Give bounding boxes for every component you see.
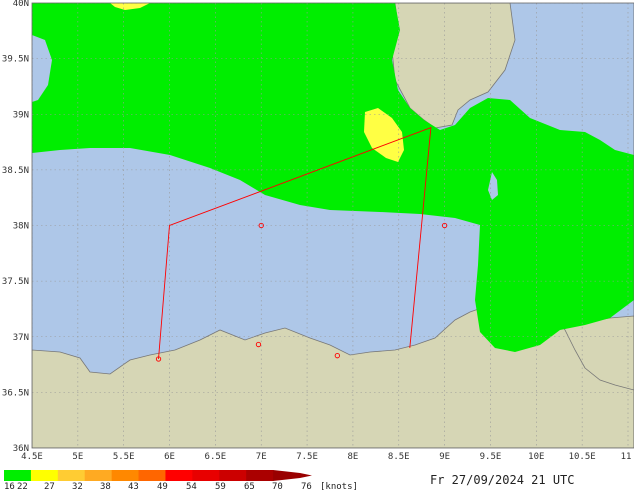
x-tick-label: 7E bbox=[256, 452, 267, 462]
forecast-timestamp: Fr 27/09/2024 21 UTC bbox=[430, 473, 575, 487]
legend-tick-label: 70 bbox=[272, 482, 283, 490]
wind-forecast-map: 4.5E 5E 5.5E 6E 6.5E 7E 7.5E 8E 8.5E 9E 9.5E 10E 10.… bbox=[2, 0, 634, 490]
legend-tick-label: 22 bbox=[17, 482, 28, 490]
map-plot-area bbox=[32, 3, 634, 448]
legend-tick-label: 43 bbox=[128, 482, 139, 490]
legend-color-segment bbox=[246, 470, 274, 481]
y-tick-label: 37N bbox=[13, 333, 29, 343]
x-tick-label: 6E bbox=[164, 452, 175, 462]
x-tick-label: 6.5E bbox=[205, 452, 227, 462]
legend-tick-label: 38 bbox=[100, 482, 111, 490]
legend-tick-label: 76 bbox=[301, 482, 312, 490]
legend-tick-label: 32 bbox=[72, 482, 83, 490]
legend-tick-label: 59 bbox=[215, 482, 226, 490]
x-tick-label: 9.5E bbox=[480, 452, 502, 462]
legend-tick-label: 16 bbox=[4, 482, 15, 490]
legend-color-segment bbox=[30, 470, 59, 481]
x-tick-label: 5E bbox=[72, 452, 83, 462]
legend-color-segment bbox=[111, 470, 140, 481]
legend-color-segment bbox=[165, 470, 193, 481]
legend-unit: [knots] bbox=[320, 482, 358, 490]
x-tick-label: 9E bbox=[439, 452, 450, 462]
x-tick-label: 10E bbox=[528, 452, 544, 462]
legend-color-segment bbox=[84, 470, 113, 481]
legend-tick-label: 54 bbox=[186, 482, 197, 490]
legend-color-segment bbox=[219, 470, 247, 481]
y-tick-label: 36.5N bbox=[2, 388, 29, 398]
wind-speed-legend bbox=[4, 470, 312, 481]
y-tick-label: 39.5N bbox=[2, 55, 29, 65]
legend-color-segment bbox=[192, 470, 220, 481]
legend-tick-label: 49 bbox=[157, 482, 168, 490]
x-tick-label: 5.5E bbox=[113, 452, 135, 462]
y-tick-label: 36N bbox=[13, 444, 29, 454]
x-tick-label: 8.5E bbox=[388, 452, 410, 462]
legend-color-segment bbox=[4, 470, 32, 481]
legend-tick-label: 27 bbox=[44, 482, 55, 490]
y-tick-label: 38.5N bbox=[2, 166, 29, 176]
x-tick-label: 7.5E bbox=[296, 452, 318, 462]
legend-color-segment bbox=[138, 470, 166, 481]
legend-color-arrow bbox=[273, 470, 312, 481]
y-tick-label: 37.5N bbox=[2, 277, 29, 287]
y-tick-label: 39N bbox=[13, 110, 29, 120]
legend-labels: 16 22 27 32 38 43 49 54 59 65 70 76 bbox=[4, 482, 312, 490]
legend-color-segment bbox=[57, 470, 86, 481]
legend-tick-label: 65 bbox=[244, 482, 255, 490]
x-tick-label: 10.5E bbox=[569, 452, 596, 462]
y-tick-label: 38N bbox=[13, 222, 29, 232]
x-axis-labels: 4.5E 5E 5.5E 6E 6.5E 7E 7.5E 8E 8.5E 9E 9.5E 10E 10.… bbox=[21, 452, 631, 462]
x-tick-label: 8E bbox=[348, 452, 359, 462]
y-axis-labels: 40N 39.5N 39N 38.5N 38N 37.5N 37N 36.5N 36N bbox=[2, 0, 29, 454]
y-tick-label: 40N bbox=[13, 0, 29, 9]
x-tick-label: 11 bbox=[621, 452, 632, 462]
